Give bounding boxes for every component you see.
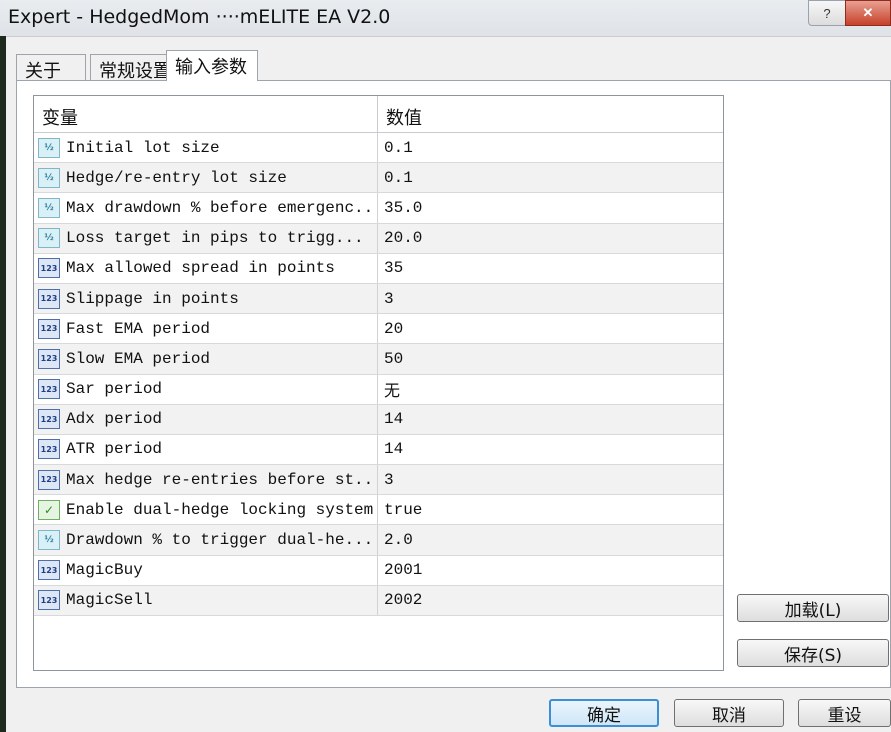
integer-type-icon: 123 [38,439,60,460]
integer-type-icon: 123 [38,288,60,309]
parameter-name-cell: 123 Sar period [34,374,378,404]
parameter-name-cell: ✓ Enable dual-hedge locking system [34,495,378,525]
parameter-value[interactable]: 2.0 [378,525,723,554]
parameter-name-cell: ½ Loss target in pips to trigg... [34,223,378,253]
ok-button[interactable]: 确定 [549,699,659,727]
tab-inputs[interactable]: 输入参数 [166,50,258,81]
table-row[interactable]: 123 MagicSell 2002 [34,585,723,616]
parameter-name: Slow EMA period [66,349,211,368]
table-row[interactable]: 123 Adx period 14 [34,404,723,435]
table-row[interactable]: 123 Sar period 无 [34,374,723,405]
parameter-name-cell: 123 Max allowed spread in points [34,253,378,283]
parameter-value[interactable]: 2001 [378,556,723,585]
parameter-name: MagicSell [66,591,153,610]
window-edge [0,36,6,732]
parameter-value[interactable]: 35 [378,254,723,283]
table-row[interactable]: 123 Max hedge re-entries before st... 3 [34,465,723,496]
parameter-name: Hedge/re-entry lot size [66,168,287,187]
double-type-icon: ½ [38,197,60,218]
parameter-name-cell: ½ Initial lot size [34,133,378,163]
parameters-grid: 变量 数值 ½ Initial lot size 0.1 ½ Hedge/re-entr… [33,95,724,671]
double-type-icon: ½ [38,530,60,551]
parameter-name: Max drawdown % before emergenc... [66,198,378,217]
table-row[interactable]: 123 ATR period 14 [34,434,723,466]
parameter-name: Max hedge re-entries before st... [66,470,378,489]
parameter-value[interactable]: 0.1 [378,133,723,162]
column-header-value[interactable]: 数值 [378,96,723,132]
help-button[interactable]: ? [808,0,846,26]
parameter-name-cell: 123 Max hedge re-entries before st... [34,465,378,495]
double-type-icon: ½ [38,228,60,249]
tab-about[interactable]: 关于 [16,54,86,82]
parameter-name-cell: 123 ATR period [34,434,378,465]
close-button[interactable]: ✕ [845,0,891,26]
table-row[interactable]: ½ Initial lot size 0.1 [34,133,723,164]
tab-common[interactable]: 常规设置 [90,54,171,82]
table-row[interactable]: 123 Max allowed spread in points 35 [34,253,723,284]
parameter-name: MagicBuy [66,561,143,580]
reset-button[interactable]: 重设 [798,699,891,727]
integer-type-icon: 123 [38,469,60,490]
parameter-name: Drawdown % to trigger dual-he... [66,531,374,550]
table-row[interactable]: ½ Loss target in pips to trigg... 20.0 [34,223,723,254]
integer-type-icon: 123 [38,409,60,430]
integer-type-icon: 123 [38,258,60,279]
parameter-name-cell: 123 Slippage in points [34,283,378,314]
parameter-name-cell: ½ Drawdown % to trigger dual-he... [34,525,378,555]
parameter-value[interactable]: 3 [378,465,723,494]
integer-type-icon: 123 [38,379,60,400]
parameter-name-cell: 123 Slow EMA period [34,344,378,374]
window-title: Expert - HedgedMom ····mELITE EA V2.0 [8,6,391,28]
parameter-name: Max allowed spread in points [66,259,335,278]
parameter-value[interactable]: 2002 [378,586,723,615]
boolean-type-icon: ✓ [38,499,60,520]
parameter-value[interactable]: 20 [378,314,723,343]
table-row[interactable]: ½ Hedge/re-entry lot size 0.1 [34,163,723,194]
parameter-name: Initial lot size [66,138,220,157]
parameter-name-cell: 123 MagicBuy [34,555,378,585]
table-row[interactable]: ✓ Enable dual-hedge locking system true [34,495,723,526]
grid-header: 变量 数值 [34,96,723,133]
save-button[interactable]: 保存(S) [737,639,889,667]
parameter-name: Enable dual-hedge locking system [66,500,374,519]
parameter-name-cell: ½ Hedge/re-entry lot size [34,163,378,193]
parameter-name-cell: 123 MagicSell [34,585,378,615]
integer-type-icon: 123 [38,318,60,339]
parameter-name-cell: 123 Adx period [34,404,378,434]
double-type-icon: ½ [38,167,60,188]
parameter-value[interactable]: 20.0 [378,224,723,253]
parameter-value[interactable]: 50 [378,344,723,373]
parameter-name-cell: ½ Max drawdown % before emergenc... [34,193,378,223]
grid-rows: ½ Initial lot size 0.1 ½ Hedge/re-entry lot … [34,133,723,616]
title-bar: Expert - HedgedMom ····mELITE EA V2.0 ? … [0,0,891,37]
parameter-value[interactable]: 35.0 [378,193,723,222]
table-row[interactable]: 123 Fast EMA period 20 [34,314,723,345]
table-row[interactable]: ½ Max drawdown % before emergenc... 35.0 [34,193,723,224]
parameter-name-cell: 123 Fast EMA period [34,314,378,344]
table-row[interactable]: 123 Slow EMA period 50 [34,344,723,375]
double-type-icon: ½ [38,137,60,158]
parameter-name: Fast EMA period [66,319,211,338]
parameter-name: Sar period [66,380,163,399]
integer-type-icon: 123 [38,560,60,581]
parameter-value[interactable]: 14 [378,435,723,464]
parameter-value[interactable]: true [378,495,723,524]
parameter-value[interactable]: 3 [378,284,723,313]
parameter-value[interactable]: 无 [378,375,723,404]
cancel-button[interactable]: 取消 [674,699,784,727]
table-row[interactable]: ½ Drawdown % to trigger dual-he... 2.0 [34,525,723,556]
parameter-name: Loss target in pips to trigg... [66,229,364,248]
parameter-value[interactable]: 14 [378,405,723,434]
parameter-name: Slippage in points [66,289,239,308]
column-header-variable[interactable]: 变量 [34,96,378,132]
integer-type-icon: 123 [38,348,60,369]
parameter-name: Adx period [66,410,163,429]
load-button[interactable]: 加载(L) [737,594,889,622]
table-row[interactable]: 123 Slippage in points 3 [34,283,723,315]
table-row[interactable]: 123 MagicBuy 2001 [34,555,723,586]
parameter-value[interactable]: 0.1 [378,163,723,192]
parameter-name: ATR period [66,440,163,459]
integer-type-icon: 123 [38,590,60,611]
